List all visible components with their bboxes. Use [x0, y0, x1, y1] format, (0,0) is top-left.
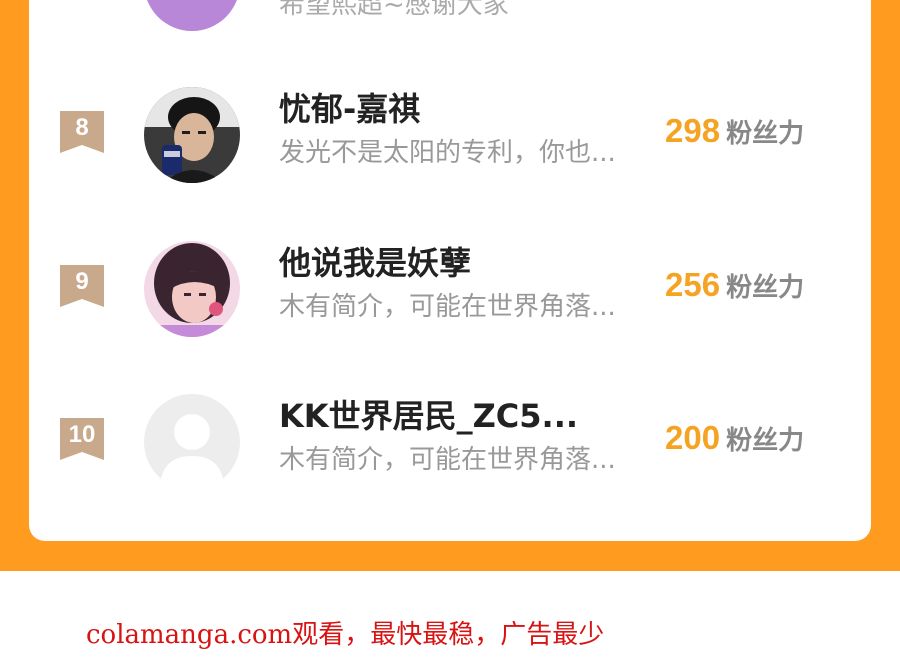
fans-count: 298 [665, 112, 721, 149]
avatar[interactable] [144, 241, 240, 337]
user-bio: 希望熙超~感谢大家 [279, 0, 509, 20]
fans-label: 粉丝力 [726, 273, 805, 303]
rank-number: 9 [75, 268, 89, 295]
user-bio: 木有简介，可能在世界角落... [279, 445, 616, 475]
user-bio: 发光不是太阳的专利，你也... [279, 138, 616, 168]
user-name[interactable]: 忧郁-嘉祺 [279, 89, 420, 129]
default-avatar-icon[interactable] [144, 394, 240, 490]
fans-count: 256 [665, 266, 721, 303]
rank-number: 8 [75, 114, 89, 141]
avatar[interactable] [144, 0, 240, 31]
rank-number: 10 [68, 421, 96, 448]
rank-badge: 8 [60, 111, 104, 153]
ranking-row-9[interactable]: 9 他说我是妖孽 木有简介，可能在世界角落... 256 粉丝力 [29, 238, 871, 338]
fans-power: 256 粉丝力 [665, 265, 804, 311]
site-watermark-text: colamanga.com观看，最快最稳，广告最少 [86, 620, 605, 650]
fans-label: 粉丝力 [726, 426, 805, 456]
fans-count: 200 [665, 419, 721, 456]
fans-power: 200 粉丝力 [665, 418, 804, 464]
rank-badge: 10 [60, 418, 104, 460]
user-bio: 木有简介，可能在世界角落... [279, 292, 616, 322]
fans-power: 298 粉丝力 [665, 111, 804, 157]
avatar[interactable] [144, 87, 240, 183]
fans-label: 粉丝力 [726, 119, 805, 149]
user-name[interactable]: KK世界居民_ZC5... [279, 396, 578, 436]
ranking-row-previous[interactable]: 希望熙超~感谢大家 [29, 0, 871, 60]
ranking-row-8[interactable]: 8 忧郁-嘉祺 发光不是太阳的专利，你也... 298 粉丝力 [29, 84, 871, 184]
ranking-row-10[interactable]: 10 KK世界居民_ZC5... 木有简介，可能在世界角落... 200 粉丝力 [29, 391, 871, 491]
ranking-card: 希望熙超~感谢大家 8 忧郁-嘉祺 发光不是太阳的专利，你也... 298 粉丝… [29, 0, 871, 541]
user-name[interactable]: 他说我是妖孽 [279, 243, 471, 283]
rank-badge: 9 [60, 265, 104, 307]
